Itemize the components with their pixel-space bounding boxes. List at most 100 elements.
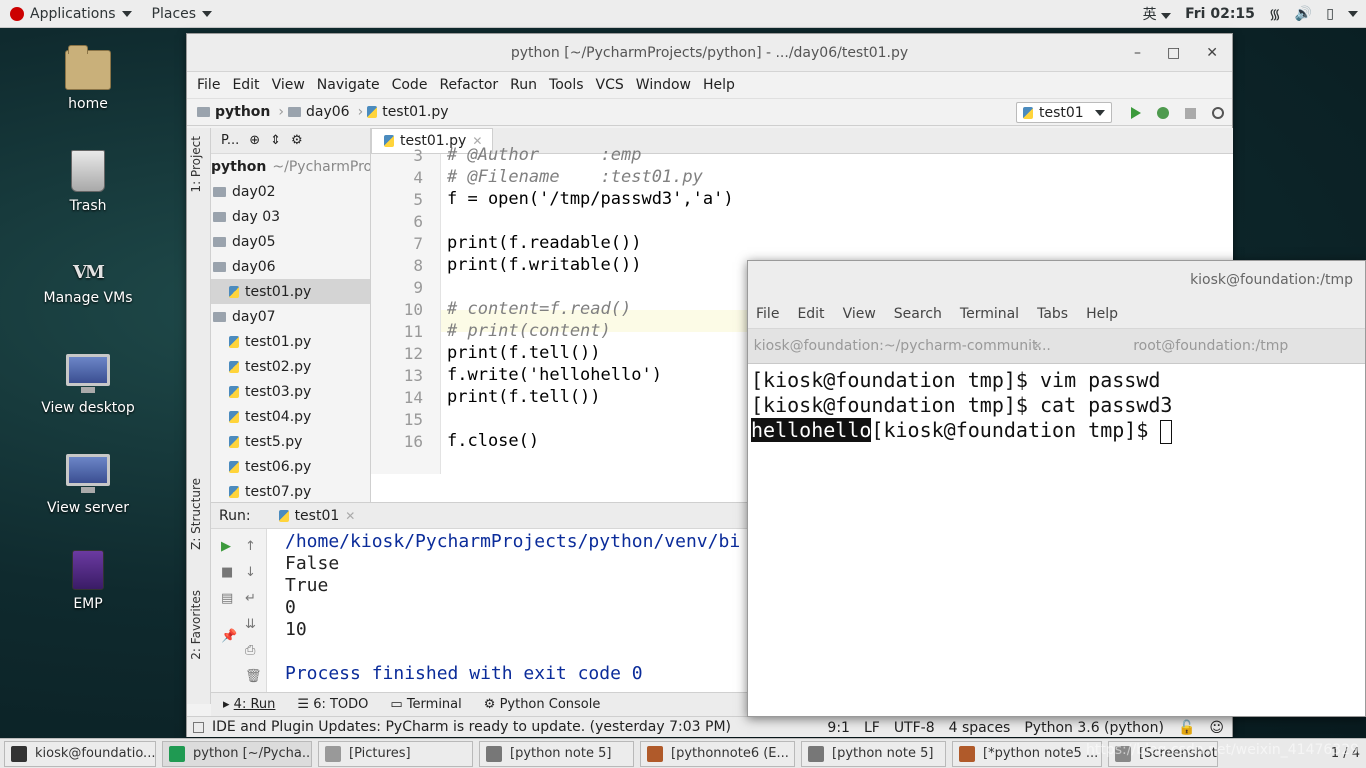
menu-vcs[interactable]: VCS <box>590 77 630 93</box>
tree-folder[interactable]: day02 <box>211 179 370 204</box>
run-icon[interactable] <box>1131 107 1141 119</box>
tree-file[interactable]: test02.py <box>211 354 370 379</box>
menu-help[interactable]: Help <box>1086 306 1128 322</box>
print-icon[interactable]: ⎙ <box>245 643 255 658</box>
run-tab-test01[interactable]: test01 ✕ <box>278 508 355 524</box>
file-encoding[interactable]: UTF-8 <box>894 720 935 736</box>
menu-tools[interactable]: Tools <box>543 77 590 93</box>
lock-icon[interactable]: 🔓 <box>1178 720 1195 736</box>
wifi-icon[interactable]: ᯾ <box>1269 5 1281 24</box>
down-arrow-icon[interactable]: ↓ <box>245 565 256 580</box>
interpreter[interactable]: Python 3.6 (python) <box>1024 720 1164 736</box>
desktop-icon-view-desktop[interactable]: View desktop <box>23 354 153 416</box>
stop-icon[interactable] <box>1185 107 1196 119</box>
system-menu-chevron-icon[interactable] <box>1348 11 1358 17</box>
close-icon[interactable]: ✕ <box>1206 45 1218 61</box>
up-arrow-icon[interactable]: ↑ <box>245 539 256 554</box>
minimize-icon[interactable]: – <box>1134 45 1141 61</box>
soft-wrap-icon[interactable]: ↵ <box>245 591 256 606</box>
taskbar-task[interactable]: [pythonnote6 (E... <box>640 740 795 767</box>
menu-edit[interactable]: Edit <box>226 77 265 93</box>
desktop-icon-emp[interactable]: EMP <box>23 550 153 612</box>
desktop-icon-view-server[interactable]: View server <box>23 454 153 516</box>
menu-terminal[interactable]: Terminal <box>960 306 1029 322</box>
gear-icon[interactable]: ⚙ <box>291 133 303 148</box>
taskbar-task[interactable]: [Pictures] <box>318 740 473 767</box>
applications-menu[interactable]: Applications <box>0 6 142 22</box>
terminal-tab-1[interactable]: kiosk@foundation:~/pycharm-communit... ✕ <box>748 329 1057 363</box>
line-separator[interactable]: LF <box>864 720 880 736</box>
tree-folder[interactable]: day06 <box>211 254 370 279</box>
event-log-icon[interactable] <box>193 721 204 733</box>
tree-root[interactable]: python ~/PycharmProjec <box>211 154 370 179</box>
volume-icon[interactable]: 🔊 <box>1295 6 1312 22</box>
menu-help[interactable]: Help <box>697 77 741 93</box>
tree-folder[interactable]: day05 <box>211 229 370 254</box>
inspector-icon[interactable]: ☺ <box>1209 720 1224 736</box>
debug-icon[interactable] <box>1157 107 1169 119</box>
menu-navigate[interactable]: Navigate <box>311 77 386 93</box>
search-icon[interactable] <box>1212 107 1224 119</box>
clock[interactable]: Fri 02:15 <box>1185 6 1255 22</box>
tab-todo[interactable]: ☰ 6: TODO <box>297 697 368 712</box>
breadcrumb-project[interactable]: python <box>197 104 270 120</box>
menu-view[interactable]: View <box>843 306 886 322</box>
run-configuration-select[interactable]: test01 <box>1016 102 1112 123</box>
tree-file[interactable]: test03.py <box>211 379 370 404</box>
menu-file[interactable]: File <box>191 77 226 93</box>
menu-tabs[interactable]: Tabs <box>1037 306 1078 322</box>
indent-setting[interactable]: 4 spaces <box>949 720 1011 736</box>
menu-search[interactable]: Search <box>894 306 952 322</box>
tree-file[interactable]: test01.py <box>211 329 370 354</box>
crosshair-icon[interactable]: ⊕ <box>249 133 260 148</box>
pin-icon[interactable]: 📌 <box>221 629 237 644</box>
menu-run[interactable]: Run <box>504 77 543 93</box>
taskbar-task[interactable]: kiosk@foundatio... <box>4 740 156 767</box>
tab-run[interactable]: ▸ 4: Run <box>223 697 275 712</box>
tree-file[interactable]: test04.py <box>211 404 370 429</box>
menu-code[interactable]: Code <box>386 77 434 93</box>
status-message[interactable]: IDE and Plugin Updates: PyCharm is ready… <box>212 719 731 735</box>
desktop-icon-manage-vms[interactable]: VM Manage VMs <box>23 262 153 306</box>
tab-structure[interactable]: Z: Structure <box>189 478 203 550</box>
collapse-icon[interactable]: ⇕ <box>270 133 281 148</box>
menu-refactor[interactable]: Refactor <box>433 77 504 93</box>
desktop-icon-home[interactable]: home <box>23 45 153 112</box>
taskbar-task[interactable]: [python note 5] <box>479 740 634 767</box>
battery-icon[interactable]: ▯ <box>1326 6 1334 22</box>
input-method-indicator[interactable]: 英 <box>1143 4 1172 24</box>
tab-favorites[interactable]: 2: Favorites <box>189 590 203 660</box>
stop-icon[interactable]: ■ <box>221 565 233 580</box>
terminal-tab-2[interactable]: root@foundation:/tmp <box>1057 329 1366 363</box>
caret-position[interactable]: 9:1 <box>827 720 850 736</box>
tab-project[interactable]: 1: Project <box>189 136 203 193</box>
places-menu[interactable]: Places <box>142 6 223 22</box>
window-titlebar[interactable]: python [~/PycharmProjects/python] - .../… <box>187 34 1232 72</box>
tree-folder[interactable]: day 03 <box>211 204 370 229</box>
menu-file[interactable]: File <box>756 306 789 322</box>
window-titlebar[interactable]: kiosk@foundation:/tmp <box>748 261 1365 299</box>
maximize-icon[interactable]: □ <box>1167 45 1180 61</box>
taskbar-task[interactable]: [*python note5 ... <box>952 740 1102 767</box>
desktop-icon-trash[interactable]: Trash <box>23 150 153 214</box>
tree-file[interactable]: test07.py <box>211 479 370 502</box>
menu-edit[interactable]: Edit <box>797 306 834 322</box>
taskbar-task[interactable]: python [~/Pycha... <box>162 740 312 767</box>
scroll-to-end-icon[interactable]: ⇊ <box>245 617 256 632</box>
trash-icon[interactable]: 🗑 <box>245 669 262 684</box>
tree-file[interactable]: test01.py <box>211 279 370 304</box>
tree-file[interactable]: test5.py <box>211 429 370 454</box>
rerun-icon[interactable]: ▶ <box>221 539 231 554</box>
menu-window[interactable]: Window <box>630 77 697 93</box>
project-view-select[interactable]: P... <box>221 133 239 148</box>
breadcrumb-folder[interactable]: day06 <box>288 104 350 120</box>
tab-terminal[interactable]: ▭ Terminal <box>390 697 461 712</box>
close-tab-icon[interactable]: ✕ <box>345 509 355 523</box>
tree-file[interactable]: test06.py <box>211 454 370 479</box>
layout-icon[interactable]: ▤ <box>221 591 233 606</box>
breadcrumb-file[interactable]: test01.py <box>367 104 449 120</box>
tab-python-console[interactable]: ⚙ Python Console <box>484 697 601 712</box>
taskbar-task[interactable]: [python note 5] <box>801 740 946 767</box>
close-tab-icon[interactable]: ✕ <box>1032 339 1042 353</box>
tree-folder[interactable]: day07 <box>211 304 370 329</box>
